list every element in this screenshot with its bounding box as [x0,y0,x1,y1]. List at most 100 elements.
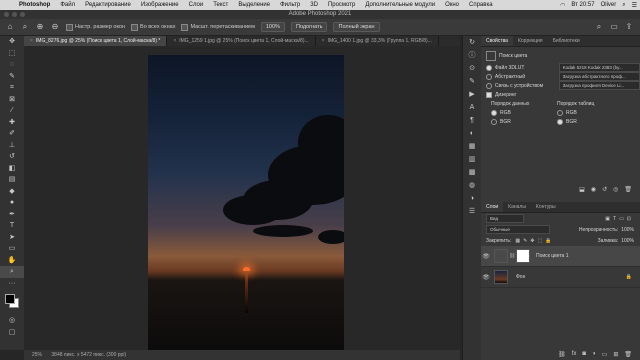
menu-filter[interactable]: Фильтр [275,2,305,8]
search-icon[interactable]: ⌕ [619,2,628,9]
workspace-icon[interactable]: ▭ [609,22,619,32]
gradients-icon[interactable]: ▥ [463,153,481,166]
dodge-tool-icon[interactable]: ● [0,197,24,209]
move-tool-icon[interactable]: ✥ [0,36,24,48]
type-tool-icon[interactable]: T [0,220,24,232]
status-zoom[interactable]: 25% [32,352,42,358]
layer-filter-dropdown[interactable]: Вид [486,214,524,223]
tab-layers[interactable]: Слои [481,202,504,212]
tab-libraries[interactable]: Библиотеки [548,36,585,46]
foreground-color-swatch[interactable] [5,294,15,304]
scrubby-zoom-checkbox[interactable]: Масшт. перетаскиванием [181,23,255,31]
shape-tool-icon[interactable]: ▭ [0,243,24,255]
color-icon[interactable]: ◐ [463,127,481,140]
layer-mask-thumbnail[interactable] [516,249,530,263]
swatches-icon[interactable]: ▦ [463,140,481,153]
fill-value[interactable]: 100% [621,238,634,244]
new-adjustment-icon[interactable]: ◑ [592,351,596,357]
view-previous-icon[interactable]: ◉ [591,186,596,196]
add-mask-icon[interactable]: ◙ [582,351,586,357]
zoom-out-icon[interactable]: ⊖ [50,22,60,32]
character-icon[interactable]: A [463,101,481,114]
tab-properties[interactable]: Свойства [481,36,513,46]
opacity-value[interactable]: 100% [621,227,634,233]
dither-checkbox[interactable] [486,91,492,98]
new-layer-icon[interactable]: ⊞ [613,351,618,358]
abstract-radio[interactable] [486,73,492,80]
link-icon[interactable]: ⛓ [509,253,515,259]
blend-mode-dropdown[interactable]: Обычные [486,225,550,234]
share-icon[interactable]: ⇪ [624,22,634,32]
adjustments-icon[interactable]: ◑ [463,192,481,205]
layer-row[interactable]: 👁 ⛓ Поиск цвета 1 [481,246,640,267]
pen-tool-icon[interactable]: ✒ [0,209,24,221]
menu-plugins[interactable]: Дополнительные модули [360,2,440,8]
menu-image[interactable]: Изображение [136,2,184,8]
libraries-icon[interactable]: ☰ [463,205,481,218]
lock-icons[interactable]: ▦✎✥⬚🔒 [515,238,554,244]
navigator-icon[interactable]: ⊙ [463,62,481,75]
fit-windows-checkbox[interactable]: Настр. размер окон [66,23,125,31]
marquee-tool-icon[interactable]: ⬚ [0,48,24,60]
menu-layers[interactable]: Слои [184,2,209,8]
gradient-tool-icon[interactable]: ▤ [0,174,24,186]
brush-tool-icon[interactable]: ✐ [0,128,24,140]
healing-brush-icon[interactable]: ✚ [0,117,24,129]
info-icon[interactable]: ⓘ [463,49,481,62]
user-name[interactable]: Oliver [598,2,620,8]
data-order-bgr[interactable]: BGR [486,118,557,125]
zoom-tool-active-icon[interactable]: ⌕ [0,266,24,278]
clip-icon[interactable]: ⬓ [579,186,585,196]
layer-filter-icons[interactable]: ▣T▭⊡ [605,216,634,222]
device-link-dropdown[interactable]: Загрузка профиля Device Li... [558,81,640,90]
paragraph-icon[interactable]: ¶ [463,114,481,127]
stamp-tool-icon[interactable]: ⊥ [0,140,24,152]
quick-mask-icon[interactable]: ◎ [0,315,24,327]
data-order-rgb[interactable]: RGB [486,109,557,116]
wifi-icon[interactable]: ◠ [557,2,568,9]
tab-paths[interactable]: Контуры [531,202,561,212]
actions-icon[interactable]: ▶ [463,88,481,101]
zoom-tool-icon[interactable]: ⌕ [20,22,30,32]
brush-settings-icon[interactable]: ✎ [463,75,481,88]
styles-icon[interactable]: ◍ [463,179,481,192]
zoom-in-icon[interactable]: ⊕ [35,22,45,32]
device-link-radio[interactable] [486,82,492,89]
menu-view[interactable]: Просмотр [323,2,360,8]
menu-app-name[interactable]: Photoshop [14,2,55,8]
reset-icon[interactable]: ↺ [602,186,607,196]
search-icon[interactable]: ⌕ [594,22,604,32]
layer-name[interactable]: Фон [516,274,525,280]
fit-screen-button[interactable]: Подогнать [290,22,328,32]
hand-tool-icon[interactable]: ✋ [0,255,24,267]
history-icon[interactable]: ↻ [463,36,481,49]
crop-tool-icon[interactable]: ⌗ [0,82,24,94]
menu-edit[interactable]: Редактирование [80,2,136,8]
tab-img-1400[interactable]: × IMG_1400 1.jpg @ 33,3% (Группа 1, RGB/8… [316,36,439,46]
visibility-icon[interactable]: ◎ [613,186,618,196]
tab-img-8276[interactable]: × IMG_8276.jpg @ 25% (Поиск цвета 1, Слой… [24,36,168,46]
color-swatches[interactable] [0,289,24,315]
more-tools-icon[interactable]: ··· [0,278,24,290]
delete-adjustment-icon[interactable]: 🗑 [624,186,632,196]
delete-layer-icon[interactable]: 🗑 [624,351,632,358]
tab-channels[interactable]: Каналы [503,202,531,212]
eraser-tool-icon[interactable]: ◧ [0,163,24,175]
lut-file-row[interactable]: Файл 3DLUT Kodak 5218 Kodak 2383 (by... [481,63,640,72]
table-order-bgr[interactable]: BGR [557,118,577,125]
device-link-row[interactable]: Связь с устройством Загрузка профиля Dev… [481,81,640,90]
tab-img-1259[interactable]: × IMG_1259 1.jpg @ 25% (Поиск цвета 1, Сл… [167,36,316,46]
layer-name[interactable]: Поиск цвета 1 [536,253,569,259]
fx-icon[interactable]: fx [572,351,577,357]
menu-type[interactable]: Текст [208,2,233,8]
adjustment-layer-thumbnail[interactable] [494,249,508,263]
new-group-icon[interactable]: ▭ [602,351,608,358]
path-select-tool-icon[interactable]: ➤ [0,232,24,244]
dither-row[interactable]: Дизеринг [481,90,640,99]
window-controls[interactable] [4,12,25,17]
menu-help[interactable]: Справка [464,2,498,8]
eye-icon[interactable]: 👁 [481,253,491,260]
background-layer-thumbnail[interactable] [494,270,508,284]
blur-tool-icon[interactable]: ◆ [0,186,24,198]
frame-tool-icon[interactable]: ⊠ [0,94,24,106]
